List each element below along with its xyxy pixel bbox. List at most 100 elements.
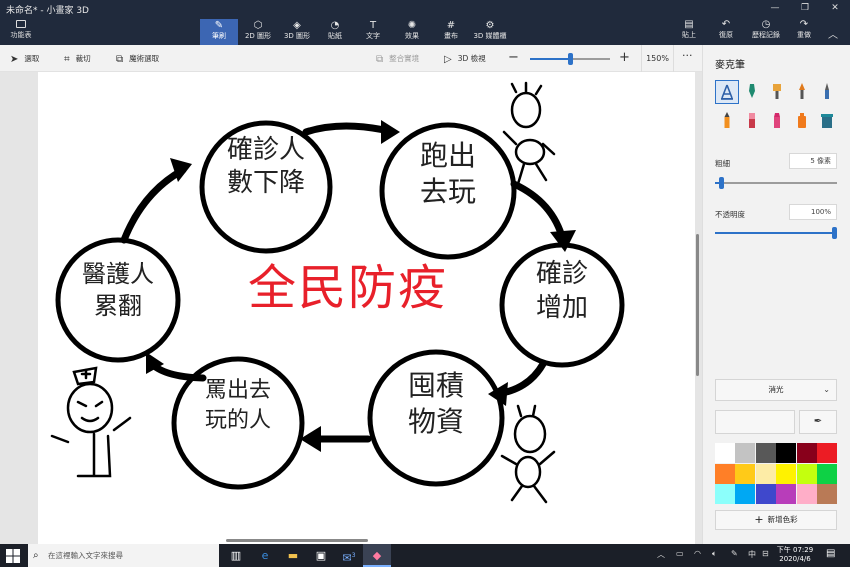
color-swatch[interactable]	[796, 484, 817, 504]
marker-brush-button[interactable]	[715, 80, 739, 104]
minimize-button[interactable]: —	[760, 0, 790, 16]
more-options-icon[interactable]: ···	[682, 49, 693, 62]
view-3d-button[interactable]: ▷ 3D 檢視	[444, 53, 486, 65]
color-swatch[interactable]	[817, 484, 837, 504]
stick-figure-doctor	[50, 366, 132, 478]
vertical-scrollbar[interactable]	[696, 234, 699, 376]
zoom-in-button[interactable]: +	[619, 50, 630, 65]
tab-shapes-2d[interactable]: ⬡ 2D 圖形	[239, 19, 277, 45]
tab-stickers[interactable]: ◔ 貼紙	[316, 19, 354, 45]
color-swatch[interactable]	[755, 463, 776, 484]
magic-select-button[interactable]: ⧉ 魔術選取	[116, 53, 159, 65]
crayon-button[interactable]	[765, 109, 789, 133]
drawing-title: 全民防疫	[247, 260, 448, 316]
collapse-ribbon-chevron-icon[interactable]: ︿	[828, 26, 838, 41]
close-button[interactable]: ✕	[820, 0, 850, 16]
calligraphy-pen-button[interactable]	[740, 80, 764, 104]
taskbar-search-box[interactable]: ⌕ 在這裡輸入文字來搜尋	[28, 544, 219, 567]
network-icon[interactable]: ▭	[676, 549, 684, 558]
zoom-slider[interactable]	[530, 53, 610, 65]
select-button[interactable]: ➤ 選取	[10, 53, 39, 65]
shapes-2d-icon: ⬡	[253, 20, 263, 31]
node-label: 罵出去 玩的人	[188, 376, 288, 435]
show-hidden-icons-chevron-icon[interactable]: ︿	[657, 549, 665, 560]
tab-3d-library[interactable]: ⚙ 3D 媒體櫃	[470, 19, 510, 45]
add-color-button[interactable]: + 新增色彩	[715, 510, 837, 530]
undo-button[interactable]: ↶ 復原	[711, 19, 741, 40]
drawing-canvas[interactable]: 確診人 數下降 確診人數下降 跑出去玩 確診增加 囤積物資 罵出去玩的人 醫護人…	[38, 72, 695, 544]
color-swatch[interactable]	[735, 463, 756, 484]
ime-icon[interactable]: ⊟	[762, 549, 769, 558]
pencil-icon	[724, 112, 730, 128]
mail-badge: 3	[351, 552, 356, 559]
zoom-out-button[interactable]: −	[508, 50, 519, 65]
tab-brushes[interactable]: ✎ 筆刷	[200, 19, 238, 45]
pen-icon[interactable]: ✎	[731, 549, 738, 558]
paste-button[interactable]: ▤ 貼上	[674, 19, 704, 40]
node-label: 醫護人 累翻	[68, 258, 168, 323]
store-icon[interactable]: ▣	[307, 544, 335, 567]
arrow	[302, 122, 397, 136]
clock[interactable]: 下午 07:29 2020/4/6	[772, 546, 818, 564]
color-swatch[interactable]	[715, 443, 735, 463]
notification-icon[interactable]: ▤	[826, 548, 835, 559]
pencil-button[interactable]	[715, 109, 739, 133]
maximize-button[interactable]: ❐	[790, 0, 820, 16]
thickness-slider-thumb[interactable]	[719, 177, 725, 189]
thickness-input[interactable]: 5 像素	[789, 153, 837, 169]
current-color-preview[interactable]	[715, 410, 795, 434]
history-button[interactable]: ◷ 歷程記錄	[750, 19, 782, 40]
opacity-slider-thumb[interactable]	[832, 227, 837, 239]
wifi-icon[interactable]: ◠	[694, 549, 701, 558]
color-swatch[interactable]	[755, 484, 776, 504]
spray-can-button[interactable]	[790, 109, 814, 133]
language-icon[interactable]: 中	[748, 549, 756, 560]
eyedropper-icon[interactable]: ✒	[799, 410, 837, 434]
color-swatch[interactable]	[735, 484, 756, 504]
brush-panel: 麥克筆 粗細 5 像素 不透明度 100% 消光 ⌄ ✒ + 新增色彩	[702, 45, 850, 544]
crop-button[interactable]: ⌗ 裁切	[64, 53, 91, 65]
zoom-value[interactable]: 150%	[641, 45, 674, 72]
color-swatch[interactable]	[817, 443, 837, 463]
color-swatch[interactable]	[755, 443, 776, 463]
opacity-slider[interactable]	[715, 227, 837, 239]
color-swatch[interactable]	[796, 463, 817, 484]
color-swatch[interactable]	[796, 443, 817, 463]
volume-icon[interactable]: 🔈︎	[712, 549, 717, 559]
color-swatch[interactable]	[817, 463, 837, 484]
opacity-input[interactable]: 100%	[789, 204, 837, 220]
zoom-slider-thumb[interactable]	[568, 53, 573, 65]
color-swatch[interactable]	[776, 463, 797, 484]
color-swatch[interactable]	[715, 484, 735, 504]
color-swatch[interactable]	[735, 443, 756, 463]
tab-effects[interactable]: ✺ 效果	[393, 19, 431, 45]
finish-dropdown[interactable]: 消光 ⌄	[715, 379, 837, 401]
color-swatch[interactable]	[715, 463, 735, 484]
watercolor-button[interactable]	[790, 80, 814, 104]
paint-3d-taskbar-icon[interactable]: ◆	[363, 544, 391, 567]
spray-can-icon	[798, 113, 806, 128]
windows-start-icon[interactable]	[5, 548, 21, 564]
thickness-slider[interactable]	[715, 177, 837, 189]
pixel-pen-button[interactable]	[815, 80, 839, 104]
tab-text[interactable]: T 文字	[354, 19, 392, 45]
tab-shapes-3d[interactable]: ◈ 3D 圖形	[278, 19, 316, 45]
arrow	[120, 166, 187, 244]
edge-browser-icon[interactable]: e	[251, 544, 279, 567]
task-view-icon[interactable]: ▥	[222, 544, 250, 567]
stick-figure-bottom-right	[500, 404, 556, 504]
mail-icon[interactable]: ✉3	[335, 544, 363, 567]
mixed-reality-button[interactable]: ⧉ 整合實境	[376, 53, 419, 65]
eraser-button[interactable]	[740, 109, 764, 133]
oil-brush-button[interactable]	[765, 80, 789, 104]
horizontal-scrollbar[interactable]	[226, 539, 368, 542]
file-explorer-icon[interactable]: ▬	[279, 544, 307, 567]
fill-bucket-button[interactable]	[815, 109, 839, 133]
color-swatch[interactable]	[776, 443, 797, 463]
menu-button[interactable]: 功能表	[6, 20, 36, 40]
color-swatch[interactable]	[776, 484, 797, 504]
tab-canvas[interactable]: # 畫布	[432, 19, 470, 45]
history-icon: ◷	[761, 19, 771, 30]
node-label: 跑出 去玩	[398, 138, 498, 211]
redo-button[interactable]: ↷ 重做	[789, 19, 819, 40]
